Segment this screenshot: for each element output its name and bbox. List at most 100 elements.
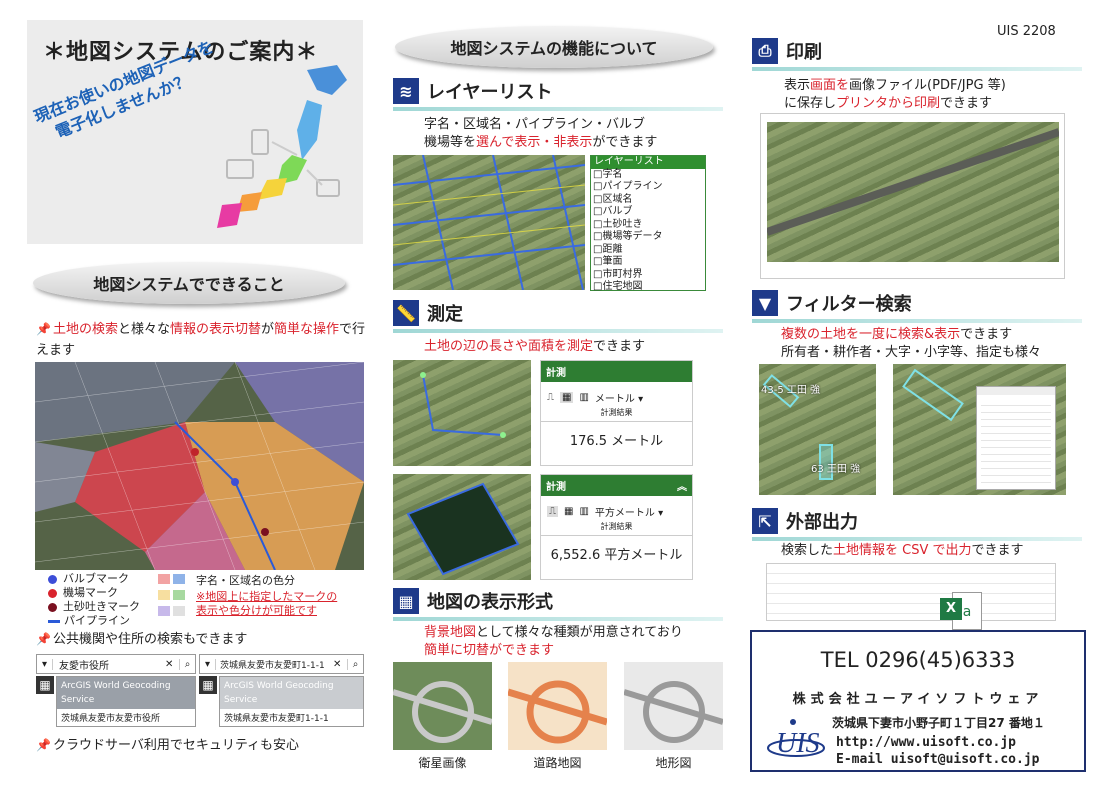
area-tool-icon[interactable]: ▦ (564, 506, 573, 517)
layer-item[interactable]: □字名 (591, 169, 705, 182)
collapse-icon[interactable]: ︽ (677, 478, 687, 493)
measure-desc: 土地の辺の長さや面積を測定できます (424, 339, 646, 354)
geocoder-service-1[interactable]: ArcGIS World Geocoding (61, 679, 191, 693)
satellite-thumb (393, 681, 492, 743)
search-input[interactable]: 友愛市役所 (53, 657, 165, 672)
distance-tool-icon[interactable]: ⎍ (547, 506, 558, 517)
land-map-overlay (35, 362, 364, 570)
distance-tool-icon[interactable]: ⎍ (547, 392, 554, 403)
left-bullet-3: 📌 クラウドサーバ利用でセキュリティも安心 (36, 738, 300, 753)
layer-item[interactable]: □距離 (591, 244, 705, 257)
legend-area-colors: 字名・区域名の色分 (196, 574, 295, 587)
layer-item[interactable]: □住宅地図 (591, 281, 705, 294)
basemap-road[interactable] (508, 662, 607, 750)
measure-section: 📏 測定 (393, 300, 723, 333)
layer-map[interactable] (393, 155, 585, 290)
layer-item[interactable]: □機場等データ (591, 231, 705, 244)
left-bullet-2: 📌 公共機関や住所の検索もできます (36, 632, 248, 647)
middle-section-title: 地図システムの機能について (395, 26, 713, 68)
clear-icon[interactable]: ✕ (165, 659, 179, 670)
search-widget-1: ▾ 友愛市役所 ✕ ⌕ ▦ ArcGIS World Geocoding Ser… (36, 654, 196, 727)
basemap-label-2: 道路地図 (533, 756, 582, 770)
basemap-label-3: 地形図 (655, 756, 692, 770)
layer-item[interactable]: □バルブ (591, 206, 705, 219)
legend-valve: バルブマーク (48, 572, 129, 586)
result-label: 計測結果 (541, 407, 692, 422)
filter-map-1[interactable]: 43-5 工田 強 63 王田 強 (759, 364, 876, 495)
contact-box: TEL 0296(45)6333 株式会社ユーアイソフトウェア UIS 茨城県下… (750, 630, 1086, 772)
legend-outlet: 土砂吐きマーク (48, 600, 140, 614)
grid-view-icon: ▦ (393, 588, 419, 614)
attribute-popup (976, 386, 1056, 490)
display-section: ▦ 地図の表示形式 (393, 588, 723, 621)
layer-desc: 字名・区域名・パイプライン・バルブ 機場等を選んで表示・非表示ができます (424, 117, 658, 150)
basemap-satellite[interactable] (393, 662, 492, 750)
basemap-terrain[interactable] (624, 662, 723, 750)
unit-select[interactable]: 平方メートル ▾ (595, 504, 663, 519)
company-email[interactable]: E-mail uisoft@uisoft.co.jp (836, 752, 1040, 767)
layer-item[interactable]: □土砂吐き (591, 219, 705, 232)
search-widget-2: ▾ 茨城県友愛市友愛町1-1-1 ✕ ⌕ ▦ ArcGIS World Geoc… (199, 654, 364, 727)
legend-station: 機場マーク (48, 586, 118, 600)
layer-item[interactable]: □筆面 (591, 256, 705, 269)
measure-line (420, 372, 506, 438)
printer-icon: ⎙ (752, 38, 778, 64)
company-url[interactable]: http://www.uisoft.co.jp (836, 735, 1016, 750)
excel-icon: a X (940, 592, 982, 630)
measure-panel-head: 計測 (541, 361, 692, 382)
basemap-label-1: 衛星画像 (418, 756, 467, 770)
legend-color-swatches-1 (158, 574, 188, 586)
search-icon[interactable]: ⌕ (347, 658, 363, 670)
left-bullet-1: 📌 土地の検索と様々な情報の表示切替が簡単な操作で行えます (36, 322, 366, 358)
company-address: 茨城県下妻市小野子町１丁目27 番地１ (832, 716, 1045, 730)
measure-title: 測定 (427, 304, 463, 325)
layer-list-panel: レイヤーリスト □字名 □パイプライン □区域名 □バルブ □土砂吐き □機場等… (590, 155, 706, 294)
grid-icon[interactable]: ▦ (199, 676, 217, 694)
unit-select[interactable]: メートル ▾ (595, 390, 643, 405)
print-section: ⎙ 印刷 (752, 38, 1082, 71)
location-tool-icon[interactable]: ▥ (579, 506, 588, 517)
uis-logo-text: UIS (776, 728, 820, 759)
left-section-title: 地図システムでできること (33, 262, 345, 304)
layer-map-lines (393, 155, 585, 290)
search-icon[interactable]: ⌕ (179, 658, 195, 670)
area-tool-icon[interactable]: ▦ (560, 392, 574, 403)
filter-desc: 複数の土地を一度に検索&表示できます 所有者・耕作者・大字・小字等、指定も様々 (781, 327, 1042, 360)
land-map[interactable] (35, 362, 364, 570)
geocoder-service-2[interactable]: ArcGIS World Geocoding (224, 679, 359, 693)
grid-icon[interactable]: ▦ (36, 676, 54, 694)
layer-item[interactable]: □パイプライン (591, 181, 705, 194)
measure-map-1[interactable] (393, 360, 531, 466)
legend-note-1: ※地図上に指定したマークの (196, 590, 338, 603)
display-title: 地図の表示形式 (427, 592, 553, 613)
measure-panel-1: 計測 ⎍ ▦ ▥ メートル ▾ 計測結果 176.5 メートル (540, 360, 693, 466)
dropdown-icon[interactable]: ▾ (200, 658, 216, 670)
company-name: 株式会社ユーアイソフトウェア (792, 692, 1044, 707)
measure-result: 6,552.6 平方メートル (550, 548, 683, 563)
filter-label-2: 63 王田 強 (811, 464, 861, 475)
pin-icon: 📌 (36, 738, 51, 752)
layer-item[interactable]: □市町村界 (591, 269, 705, 282)
filter-map-2[interactable] (893, 364, 1066, 495)
legend-note-2: 表示や色分けが可能です (196, 604, 317, 617)
print-title: 印刷 (786, 42, 822, 63)
search-input[interactable]: 茨城県友愛市友愛町1-1-1 (216, 658, 333, 671)
search-result-2[interactable]: 茨城県友愛市友愛町1-1-1 (220, 709, 363, 726)
doc-id: UIS 2208 (997, 24, 1056, 39)
clear-icon[interactable]: ✕ (333, 659, 347, 670)
export-icon: ⇱ (752, 508, 778, 534)
dropdown-icon[interactable]: ▾ (37, 658, 53, 670)
filter-section: ▼ フィルター検索 (752, 290, 1082, 323)
export-section: ⇱ 外部出力 (752, 508, 1082, 541)
print-road (767, 128, 1059, 236)
japan-map-illustration (217, 65, 347, 228)
layer-item[interactable]: □区域名 (591, 194, 705, 207)
measure-map-2[interactable] (393, 474, 531, 580)
contact-tel: TEL 0296(45)6333 (820, 648, 1016, 672)
search-result-1[interactable]: 茨城県友愛市友愛市役所 (57, 709, 195, 726)
location-tool-icon[interactable]: ▥ (579, 392, 588, 403)
terrain-thumb (624, 681, 723, 743)
pin-icon: 📌 (36, 322, 51, 336)
pin-icon: 📌 (36, 632, 51, 646)
print-preview (760, 113, 1065, 279)
